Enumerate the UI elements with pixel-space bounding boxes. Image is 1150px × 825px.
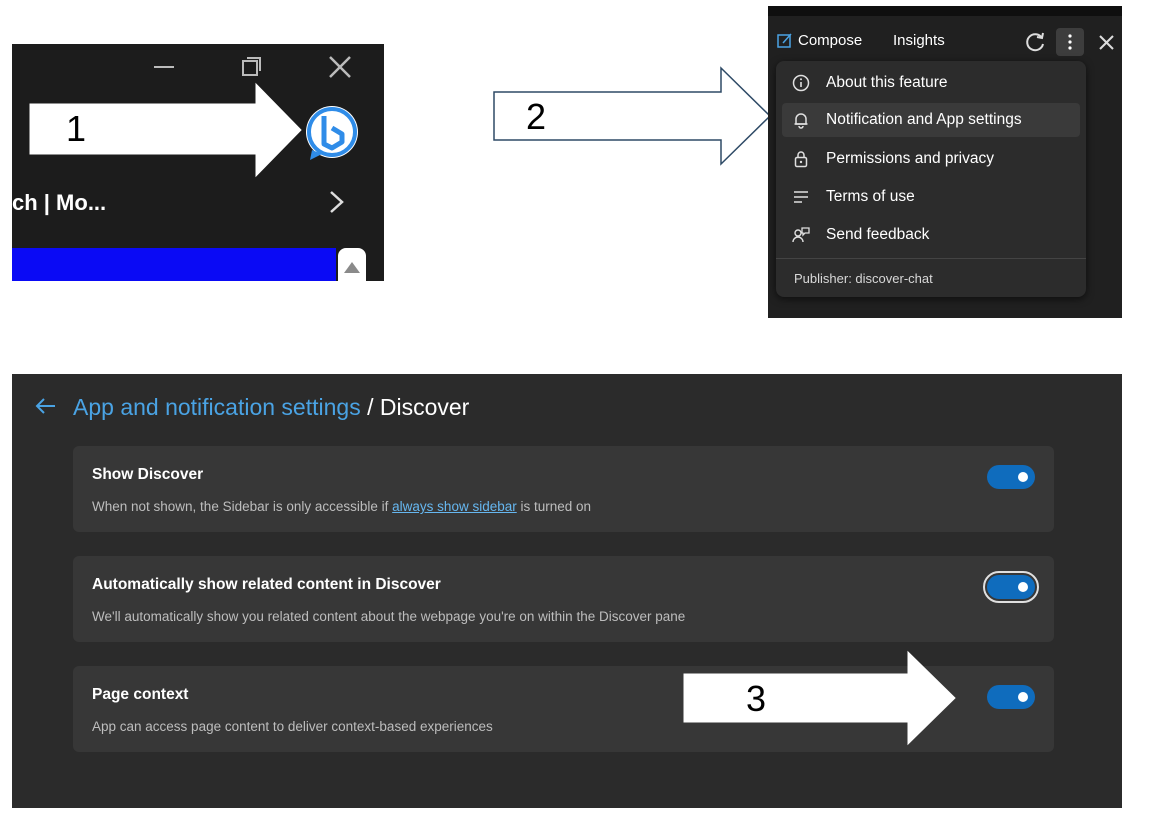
compose-icon bbox=[777, 33, 792, 48]
scroll-up-icon bbox=[344, 262, 360, 273]
close-button[interactable] bbox=[318, 52, 362, 82]
related-content-toggle[interactable] bbox=[983, 571, 1039, 603]
bing-discover-icon bbox=[306, 106, 358, 160]
setting-title: Page context bbox=[92, 686, 189, 703]
menu-item-label: Permissions and privacy bbox=[826, 150, 994, 167]
page-title: App and notification settings / Discover bbox=[73, 394, 469, 421]
menu-item-terms[interactable]: Terms of use bbox=[782, 180, 1080, 214]
bell-icon bbox=[794, 113, 808, 129]
restore-button[interactable] bbox=[229, 52, 273, 82]
step-1-label: 1 bbox=[66, 108, 87, 149]
lines-icon bbox=[794, 191, 808, 203]
close-icon[interactable] bbox=[1093, 28, 1121, 56]
setting-card-show-discover: Show Discover When not shown, the Sideba… bbox=[73, 446, 1054, 532]
scroll-up-button[interactable] bbox=[338, 248, 366, 281]
step-3-arrow bbox=[683, 650, 956, 746]
menu-item-label: About this feature bbox=[826, 74, 948, 91]
menu-item-label: Send feedback bbox=[826, 226, 930, 243]
setting-title: Automatically show related content in Di… bbox=[92, 576, 441, 593]
setting-description-text: When not shown, the Sidebar is only acce… bbox=[92, 499, 393, 514]
breadcrumb-current: Discover bbox=[379, 394, 470, 420]
chevron-right-icon[interactable] bbox=[324, 190, 348, 214]
browser-tab-title[interactable]: ch | Mo... bbox=[12, 190, 106, 216]
blue-tab-strip bbox=[12, 248, 336, 281]
menu-divider bbox=[776, 258, 1086, 259]
menu-item-permissions[interactable]: Permissions and privacy bbox=[782, 142, 1080, 176]
minimize-icon bbox=[154, 66, 174, 68]
close-icon bbox=[329, 56, 351, 78]
setting-description: App can access page content to deliver c… bbox=[92, 719, 493, 734]
info-icon bbox=[792, 74, 810, 92]
more-options-button[interactable] bbox=[1056, 28, 1084, 56]
step-2-label: 2 bbox=[526, 96, 547, 137]
menu-item-feedback[interactable]: Send feedback bbox=[782, 218, 1080, 252]
more-options-icon bbox=[1068, 34, 1072, 50]
menu-item-notification-settings[interactable]: Notification and App settings bbox=[782, 103, 1080, 137]
always-show-sidebar-link[interactable]: always show sidebar bbox=[392, 499, 517, 514]
discover-sidebar-menu-screenshot: Compose Insights About this feature Noti… bbox=[768, 6, 1122, 318]
back-arrow-icon[interactable] bbox=[34, 394, 58, 418]
show-discover-toggle[interactable] bbox=[987, 465, 1035, 489]
setting-description: We'll automatically show you related con… bbox=[92, 609, 686, 624]
lock-icon bbox=[794, 151, 808, 168]
step-3-label: 3 bbox=[746, 678, 767, 719]
minimize-button[interactable] bbox=[140, 52, 184, 82]
refresh-icon[interactable] bbox=[1021, 28, 1049, 56]
setting-description-text: is turned on bbox=[516, 499, 592, 514]
menu-item-label: Terms of use bbox=[826, 188, 915, 205]
restore-icon bbox=[242, 57, 261, 76]
toggle-knob bbox=[1018, 692, 1028, 702]
setting-title: Show Discover bbox=[92, 466, 204, 483]
breadcrumb-link[interactable]: App and notification settings bbox=[73, 394, 361, 420]
breadcrumb-separator: / bbox=[360, 394, 380, 420]
bing-discover-button[interactable] bbox=[302, 104, 362, 164]
toggle-knob bbox=[1018, 582, 1028, 592]
toggle-knob bbox=[1018, 472, 1028, 482]
publisher-text: Publisher: discover-chat bbox=[794, 271, 933, 286]
overflow-menu: About this feature Notification and App … bbox=[776, 61, 1086, 297]
top-strip bbox=[768, 6, 1122, 16]
menu-item-label: Notification and App settings bbox=[826, 111, 1022, 128]
tab-insights[interactable]: Insights bbox=[893, 32, 945, 49]
page-context-toggle[interactable] bbox=[987, 685, 1035, 709]
tab-compose[interactable]: Compose bbox=[798, 32, 862, 49]
setting-description: When not shown, the Sidebar is only acce… bbox=[92, 499, 591, 514]
setting-card-related-content: Automatically show related content in Di… bbox=[73, 556, 1054, 642]
feedback-icon bbox=[792, 227, 810, 243]
menu-item-about[interactable]: About this feature bbox=[782, 66, 1080, 100]
